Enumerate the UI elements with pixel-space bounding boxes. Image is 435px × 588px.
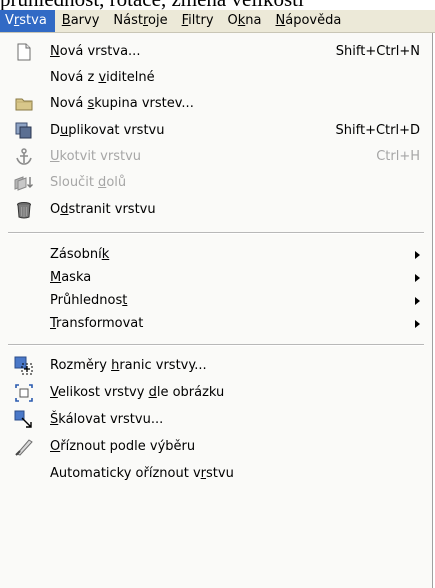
menu-item-new-from-visible[interactable]: Nová z viditelné — [0, 66, 432, 90]
new-layer-icon — [14, 42, 34, 62]
menu-item-transform[interactable]: Transformovat — [0, 312, 432, 336]
folder-icon — [14, 94, 34, 114]
duplicate-icon — [14, 121, 34, 141]
menubar-item-napoveda[interactable]: Nápověda — [269, 10, 349, 32]
submenu-arrow-icon — [415, 320, 420, 328]
menu-item-new-layer[interactable]: Nová vrstva... Shift+Ctrl+N — [0, 40, 432, 64]
merge-down-icon — [14, 173, 34, 193]
submenu-arrow-icon — [415, 251, 420, 259]
menu-item-new-layer-group[interactable]: Nová skupina vrstev... — [0, 92, 432, 116]
menu-item-crop-to-selection[interactable]: Oříznout podle výběru — [0, 435, 432, 459]
menu-item-mask[interactable]: Maska — [0, 266, 432, 290]
scale-layer-icon — [14, 410, 34, 430]
menubar-item-barvy[interactable]: Barvy — [55, 10, 107, 32]
crop-icon — [14, 437, 34, 457]
submenu-arrow-icon — [415, 274, 420, 282]
menubar-item-filtry[interactable]: Filtry — [175, 10, 221, 32]
menu-item-anchor-layer: Ukotvit vrstvu Ctrl+H — [0, 145, 432, 169]
menu-item-merge-down: Sloučit dolů — [0, 171, 432, 195]
menu-item-transparency[interactable]: Průhlednost — [0, 289, 432, 313]
menu-item-stack[interactable]: Zásobník — [0, 243, 432, 267]
menubar-item-okna[interactable]: Okna — [221, 10, 269, 32]
menu-item-autocrop-layer[interactable]: Automaticky oříznout vrstvu — [0, 462, 432, 486]
trash-icon — [14, 200, 34, 220]
shortcut-label: Ctrl+H — [376, 149, 420, 164]
layer-boundary-icon — [14, 356, 34, 376]
shortcut-label: Shift+Ctrl+D — [335, 123, 420, 138]
menu-item-layer-boundary-size[interactable]: Rozměry hranic vrstvy... — [0, 354, 432, 378]
anchor-icon — [14, 147, 34, 167]
menu-item-layer-to-image-size[interactable]: Velikost vrstvy dle obrázku — [0, 381, 432, 405]
submenu-arrow-icon — [415, 297, 420, 305]
menu-item-duplicate-layer[interactable]: Duplikovat vrstvu Shift+Ctrl+D — [0, 119, 432, 143]
menu-separator — [8, 344, 424, 346]
layer-to-image-size-icon — [14, 383, 34, 403]
menu-separator — [8, 232, 424, 234]
menubar-item-vrstva[interactable]: Vrstva — [0, 10, 55, 32]
layer-dropdown-menu: Nová vrstva... Shift+Ctrl+N Nová z vidit… — [0, 33, 433, 588]
background-document-text: průhlednost, rotace, změna velikosti — [0, 0, 435, 10]
menubar: Vrstva Barvy Nástroje Filtry Okna Nápově… — [0, 10, 435, 33]
menu-item-scale-layer[interactable]: Škálovat vrstvu... — [0, 408, 432, 432]
shortcut-label: Shift+Ctrl+N — [335, 44, 420, 59]
menu-item-delete-layer[interactable]: Odstranit vrstvu — [0, 198, 432, 222]
menubar-item-nastroje[interactable]: Nástroje — [106, 10, 174, 32]
